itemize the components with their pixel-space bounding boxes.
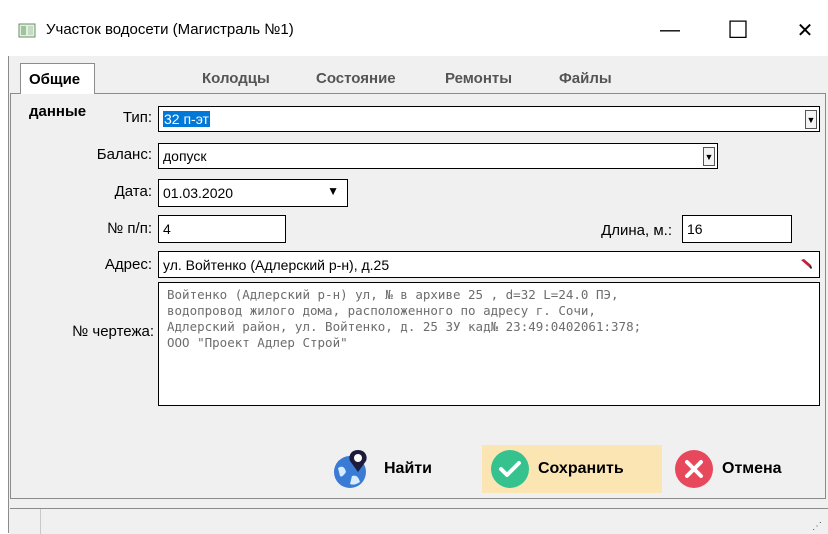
close-x-icon [675, 450, 713, 488]
resize-grip-icon[interactable]: ⋰ [812, 521, 822, 532]
date-picker[interactable]: 01.03.2020 ▼ [158, 179, 348, 207]
drawing-memo[interactable]: Войтенко (Адлерский р-н) ул, № в архиве … [158, 282, 820, 406]
window-icon [18, 23, 36, 38]
balance-select[interactable]: допуск ▼ [158, 143, 718, 169]
title-bar: Участок водосети (Магистраль №1) — ☐ ✕ [0, 0, 828, 56]
save-button-label: Сохранить [538, 460, 624, 477]
num-value: 4 [163, 221, 171, 237]
cancel-button[interactable]: Отмена [674, 446, 814, 492]
tab-files[interactable]: Файлы [559, 65, 612, 93]
drawing-line: Адлерский район, ул. Войтенко, д. 25 ЗУ … [167, 319, 642, 334]
type-value: 32 п-эт [163, 111, 210, 127]
length-label: Длина, м.: [601, 222, 672, 239]
find-button[interactable]: Найти [330, 446, 450, 492]
date-label: Дата: [114, 183, 152, 200]
balance-value: допуск [163, 148, 207, 164]
dropdown-arrow-icon[interactable]: ▼ [703, 147, 715, 166]
address-value: ул. Войтенко (Адлерский р-н), д.25 [163, 256, 390, 273]
save-button[interactable]: Сохранить [482, 445, 662, 493]
cancel-button-label: Отмена [722, 460, 782, 477]
tab-repairs[interactable]: Ремонты [445, 65, 512, 93]
num-field[interactable]: 4 [158, 215, 286, 243]
check-icon [491, 450, 529, 488]
drawing-line: водопровод жилого дома, расположенного п… [167, 303, 596, 318]
status-bar: ⋰ [10, 508, 828, 534]
map-pin-globe-icon [334, 450, 367, 488]
find-button-label: Найти [384, 460, 432, 477]
balance-label: Баланс: [96, 146, 152, 163]
date-value: 01.03.2020 [163, 185, 234, 201]
drawing-line: ООО "Проект Адлер Строй" [167, 335, 348, 350]
maximize-button[interactable]: ☐ [718, 14, 758, 46]
tab-wells[interactable]: Колодцы [202, 65, 270, 93]
eraser-icon[interactable] [799, 257, 813, 271]
type-select[interactable]: 32 п-эт ▼ [158, 106, 820, 132]
address-label: Адрес: [104, 256, 152, 273]
address-field[interactable]: ул. Войтенко (Адлерский р-н), д.25 [158, 251, 820, 278]
status-divider [40, 509, 41, 534]
chevron-down-icon[interactable]: ▼ [327, 184, 339, 198]
dropdown-arrow-icon[interactable]: ▼ [805, 110, 817, 129]
window-title: Участок водосети (Магистраль №1) [46, 21, 294, 38]
minimize-button[interactable]: — [650, 14, 690, 46]
drawing-label: № чертежа: [72, 323, 154, 340]
tab-general[interactable]: Общие данные [20, 63, 96, 120]
length-value: 16 [687, 221, 703, 237]
length-field[interactable]: 16 [682, 215, 792, 243]
tab-condition[interactable]: Состояние [316, 65, 396, 93]
close-button[interactable]: ✕ [785, 14, 825, 46]
drawing-line: Войтенко (Адлерский р-н) ул, № в архиве … [167, 287, 619, 302]
num-label: № п/п: [107, 220, 152, 237]
